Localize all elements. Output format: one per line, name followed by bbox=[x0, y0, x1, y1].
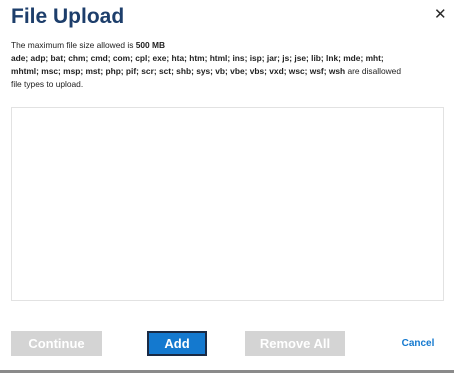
disallowed-types-line-3: file types to upload. bbox=[11, 79, 84, 89]
cancel-button[interactable]: Cancel bbox=[391, 331, 445, 356]
disallowed-types-line-2: mhtml; msc; msp; mst; php; pif; scr; sct… bbox=[11, 66, 401, 76]
disallowed-types-line-1: ade; adp; bat; chm; cmd; com; cpl; exe; … bbox=[11, 53, 384, 63]
file-upload-dialog: File Upload ✕ The maximum file size allo… bbox=[0, 0, 454, 375]
upload-info: The maximum file size allowed is 500 MB … bbox=[11, 39, 443, 91]
continue-button[interactable]: Continue bbox=[11, 331, 102, 356]
max-size-prefix: The maximum file size allowed is bbox=[11, 40, 136, 50]
max-size-value: 500 MB bbox=[135, 40, 166, 50]
remove-all-button[interactable]: Remove All bbox=[245, 331, 345, 356]
file-drop-zone[interactable] bbox=[11, 107, 444, 301]
max-size-line: The maximum file size allowed is 500 MB bbox=[11, 39, 443, 52]
dialog-title: File Upload bbox=[11, 5, 125, 28]
dialog-bottom-border bbox=[0, 370, 454, 373]
close-icon[interactable]: ✕ bbox=[434, 7, 447, 23]
add-button[interactable]: Add bbox=[147, 331, 207, 356]
